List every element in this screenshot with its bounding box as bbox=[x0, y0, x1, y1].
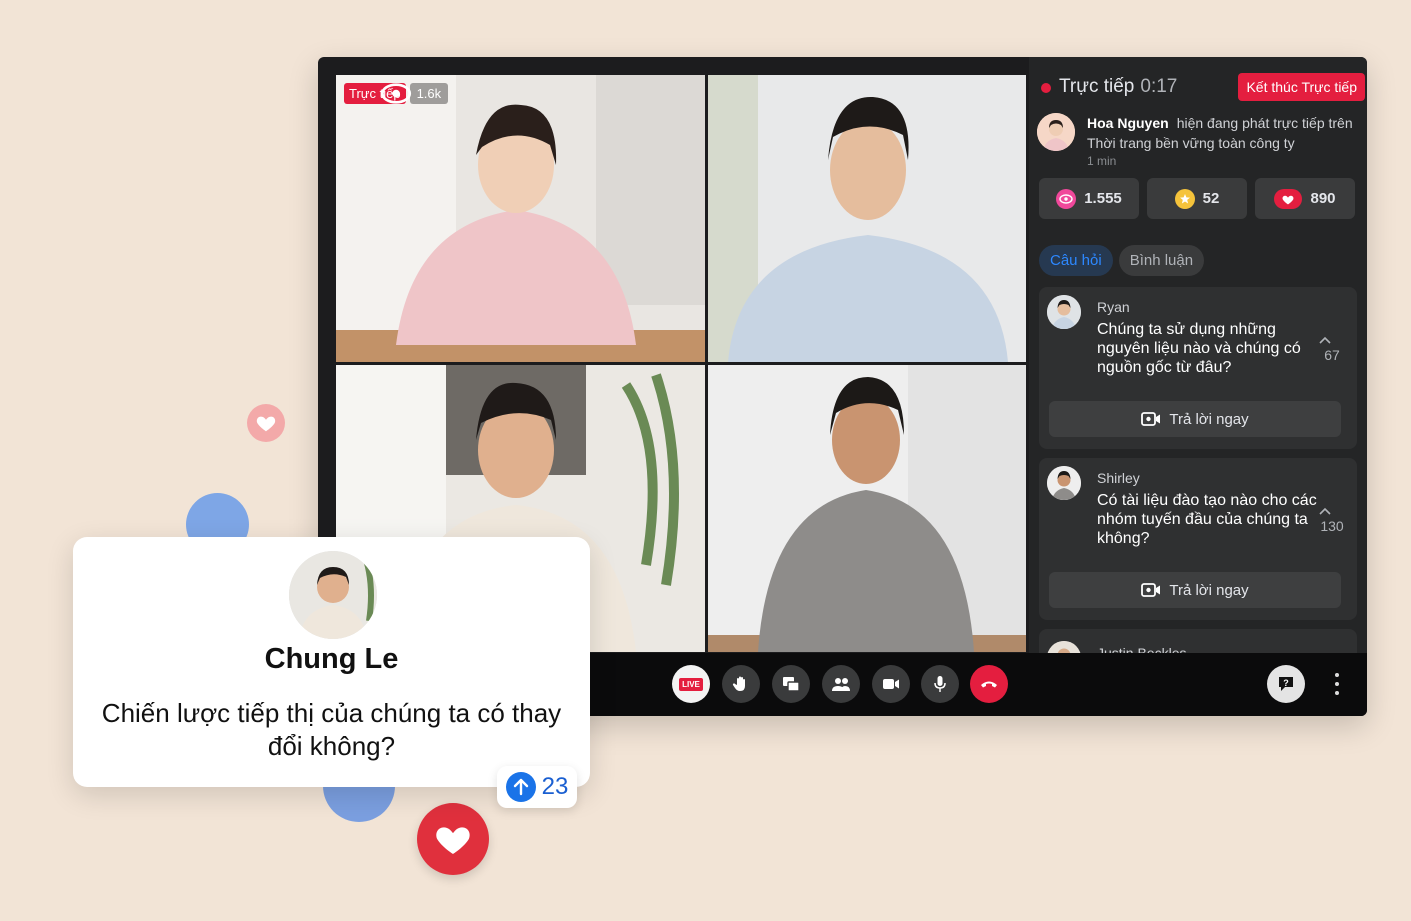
question-author-avatar bbox=[1047, 466, 1081, 500]
live-timer: 0:17 bbox=[1140, 76, 1178, 97]
video-tile-guest-1[interactable] bbox=[708, 75, 1026, 362]
stat-views-value: 1.555 bbox=[1084, 190, 1122, 207]
questions-button[interactable]: ? bbox=[1267, 665, 1305, 703]
question-card: Shirley Có tài liệu đào tạo nào cho các … bbox=[1039, 458, 1357, 620]
live-side-panel: Trực tiếp 0:17 Kết thúc Trực tiếp Hoa Ngu… bbox=[1029, 57, 1367, 653]
recording-dot-icon bbox=[1041, 83, 1051, 93]
panel-title: Trực tiếp bbox=[1059, 76, 1135, 97]
live-button[interactable]: LIVE bbox=[672, 665, 710, 703]
question-text: Có tài liệu đào tạo nào cho các nhóm tuy… bbox=[1097, 492, 1317, 547]
stat-reactions: 890 bbox=[1255, 178, 1355, 219]
host-name: Hoa Nguyen bbox=[1087, 115, 1169, 131]
comment-author-name: Chung Le bbox=[264, 643, 399, 675]
question-author: Justin Beckles bbox=[1097, 645, 1187, 653]
camera-button[interactable] bbox=[872, 665, 910, 703]
comment-upvote-badge[interactable]: 23 bbox=[497, 766, 577, 808]
eye-icon bbox=[381, 83, 412, 104]
stars-icon bbox=[1174, 188, 1195, 209]
panel-header: Trực tiếp 0:17 Kết thúc Trực tiếp bbox=[1041, 73, 1365, 103]
tab-questions[interactable]: Câu hỏi bbox=[1039, 245, 1113, 276]
question-card: Justin Beckles bbox=[1039, 629, 1357, 653]
heart-reaction-icon bbox=[417, 803, 489, 875]
panel-title-row: Trực tiếp 0:17 bbox=[1059, 76, 1177, 98]
stats-row: 1.555 52 890 bbox=[1039, 178, 1355, 219]
stat-stars-value: 52 bbox=[1202, 190, 1220, 207]
viewer-count: 1.6k bbox=[381, 83, 449, 104]
upvote-control[interactable]: 67 bbox=[1319, 333, 1345, 363]
raise-hand-icon bbox=[732, 676, 745, 691]
participants-button[interactable] bbox=[822, 665, 860, 703]
upvote-count: 130 bbox=[1320, 518, 1344, 534]
live-indicator: Trực tiếp 1.6k bbox=[344, 83, 449, 104]
video-camera-icon bbox=[1141, 412, 1161, 426]
comment-text: Chiến lược tiếp thị của chúng ta có thay… bbox=[101, 698, 562, 761]
stat-stars: 52 bbox=[1147, 178, 1247, 219]
host-time: 1 min bbox=[1087, 154, 1117, 168]
question-chat-icon: ? bbox=[1279, 677, 1293, 691]
question-author: Shirley bbox=[1097, 470, 1140, 486]
upvote-control[interactable]: 130 bbox=[1319, 504, 1345, 534]
host-avatar bbox=[1037, 113, 1075, 151]
stat-reactions-value: 890 bbox=[1310, 190, 1336, 207]
microphone-button[interactable] bbox=[921, 665, 959, 703]
chevron-up-icon bbox=[1319, 507, 1331, 515]
comment-author-avatar bbox=[289, 551, 377, 639]
end-live-button[interactable]: Kết thúc Trực tiếp bbox=[1238, 73, 1365, 101]
answer-now-label: Trả lời ngay bbox=[1169, 410, 1249, 428]
question-author-avatar bbox=[1047, 641, 1081, 653]
answer-now-button[interactable]: Trả lời ngay bbox=[1049, 401, 1341, 437]
tab-comments[interactable]: Bình luận bbox=[1118, 245, 1205, 276]
panel-tabs: Câu hỏi Bình luận bbox=[1039, 245, 1205, 276]
live-button-label: LIVE bbox=[679, 677, 703, 691]
video-camera-icon bbox=[883, 679, 899, 689]
question-card: Ryan Chúng ta sử dụng những nguyên liệu … bbox=[1039, 287, 1357, 449]
people-icon bbox=[832, 678, 850, 691]
share-screen-icon bbox=[783, 677, 800, 692]
upvote-count: 67 bbox=[1324, 347, 1340, 363]
question-text: Chúng ta sử dụng những nguyên liệu nào v… bbox=[1097, 321, 1301, 376]
reactions-icon bbox=[1274, 188, 1303, 209]
chevron-up-icon bbox=[1319, 336, 1331, 344]
raise-hand-button[interactable] bbox=[722, 665, 760, 703]
arrow-up-icon bbox=[505, 772, 536, 802]
end-call-button[interactable] bbox=[970, 665, 1008, 703]
host-info: Hoa Nguyen hiện đang phát trực tiếp trên … bbox=[1037, 113, 1359, 169]
microphone-icon bbox=[934, 676, 946, 692]
question-author: Ryan bbox=[1097, 299, 1130, 315]
host-text: Hoa Nguyen hiện đang phát trực tiếp trên … bbox=[1087, 113, 1361, 169]
share-screen-button[interactable] bbox=[772, 665, 810, 703]
question-author-avatar bbox=[1047, 295, 1081, 329]
views-icon bbox=[1056, 188, 1077, 209]
answer-now-button[interactable]: Trả lời ngay bbox=[1049, 572, 1341, 608]
hang-up-icon bbox=[981, 681, 997, 688]
video-camera-icon bbox=[1141, 583, 1161, 597]
video-tile-guest-3[interactable] bbox=[708, 365, 1026, 652]
more-options-icon[interactable] bbox=[1333, 673, 1341, 695]
stat-views: 1.555 bbox=[1039, 178, 1139, 219]
answer-now-label: Trả lời ngay bbox=[1169, 581, 1249, 599]
svg-text:?: ? bbox=[1283, 678, 1289, 688]
heart-reaction-icon bbox=[247, 404, 285, 442]
video-tile-host[interactable]: Trực tiếp 1.6k bbox=[336, 75, 705, 362]
comment-upvote-count: 23 bbox=[541, 773, 569, 800]
featured-comment-card: Chung Le Chiến lược tiếp thị của chúng t… bbox=[73, 537, 590, 787]
